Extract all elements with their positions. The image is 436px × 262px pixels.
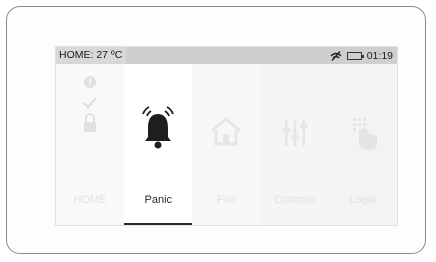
tile-panic[interactable]: Panic [124, 64, 193, 225]
status-bar: HOME: 27 ºC 01:19 [56, 47, 397, 64]
tile-home[interactable]: HOME [56, 64, 125, 225]
signal-off-icon [330, 50, 342, 61]
status-icons [83, 76, 97, 132]
keypad-touch-icon [352, 118, 377, 150]
sliders-icon [282, 120, 308, 146]
tile-row: HOME Panic Fire Controls Login [56, 64, 397, 225]
bell-icon [142, 106, 175, 149]
status-right-group: 01:19 [330, 48, 393, 63]
tile-home-label: HOME [73, 194, 107, 206]
clock-time: 01:19 [366, 49, 393, 62]
tile-controls[interactable]: Controls [260, 64, 329, 225]
tile-fire-label: Fire [216, 194, 236, 206]
tile-fire[interactable]: Fire [192, 64, 261, 225]
device-frame: HOME: 27 ºC 01:19 HOME Panic Fire Contro… [6, 6, 426, 254]
battery-icon [346, 51, 364, 60]
tile-login-label: Login [349, 194, 377, 206]
tile-panic-label: Panic [144, 194, 173, 206]
tile-login[interactable]: Login [328, 64, 397, 225]
house-icon [211, 117, 242, 146]
tile-controls-label: Controls [274, 194, 316, 206]
home-temperature: HOME: 27 ºC [59, 49, 123, 61]
touch-screen: HOME: 27 ºC 01:19 HOME Panic Fire Contro… [56, 47, 397, 225]
